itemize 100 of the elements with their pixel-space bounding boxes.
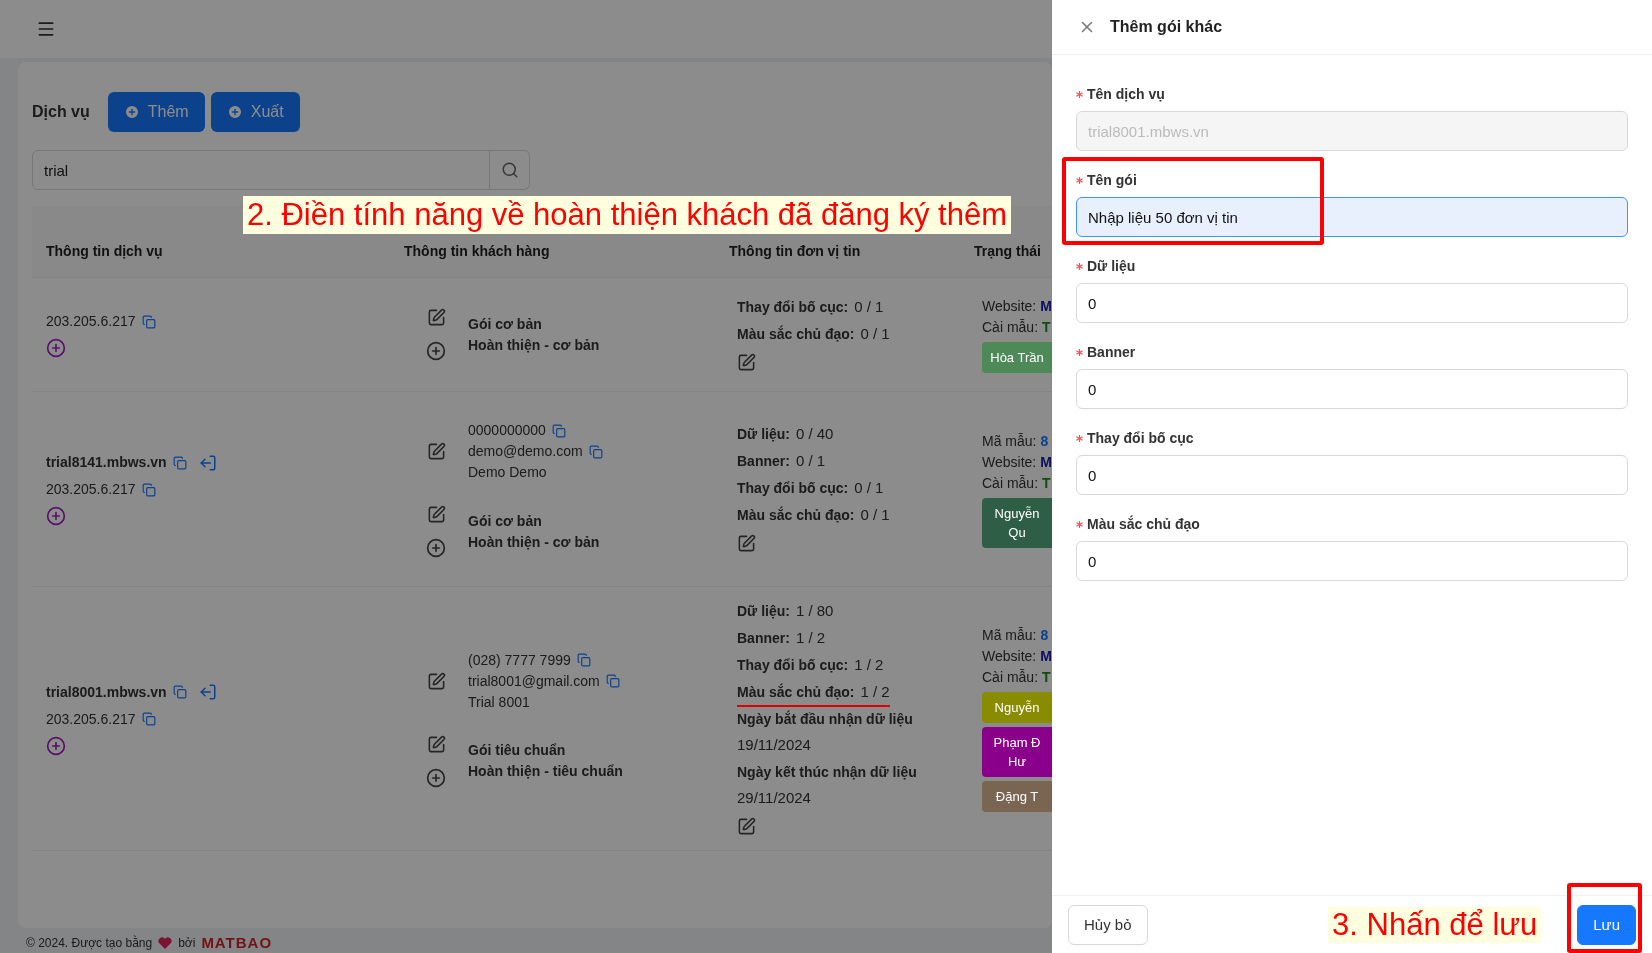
- instruction-callout: 2. Điền tính năng về hoàn thiện khách đã đăng ký thêm: [243, 196, 1012, 234]
- unit-value: 1 / 2: [860, 682, 890, 700]
- email-text: demo@demo.com: [468, 442, 583, 461]
- copy-icon[interactable]: [141, 314, 156, 329]
- unit-value: 1 / 2: [854, 655, 884, 673]
- plus-circle-icon[interactable]: [46, 506, 66, 526]
- plus-circle-icon[interactable]: [426, 538, 446, 558]
- staff-tag: Nguyễn Qu: [982, 497, 1052, 548]
- search-button[interactable]: [490, 150, 530, 190]
- status-value: M: [1040, 647, 1052, 666]
- domain-text: trial8001.mbws.vn: [46, 682, 167, 702]
- phone-text: (028) 7777 7999: [468, 650, 571, 670]
- edit-icon[interactable]: [737, 352, 756, 372]
- package-name: Gói cơ bản: [468, 314, 543, 334]
- input-field[interactable]: Nhập liệu 50 đơn vị tin: [1076, 197, 1628, 237]
- input-field[interactable]: 0: [1076, 283, 1628, 323]
- search-field[interactable]: trial: [32, 150, 490, 190]
- edit-icon[interactable]: [426, 671, 446, 691]
- unit-label: Màu sắc chủ đạo:: [737, 505, 855, 525]
- status-label: Cài mẫu:: [982, 473, 1039, 493]
- unit-label: Ngày kết thúc nhận dữ liệu: [737, 762, 917, 782]
- plus-circle-icon: [226, 104, 243, 120]
- unit-label: Thay đổi bố cục:: [737, 479, 849, 498]
- unit-label: Banner:: [737, 628, 790, 648]
- copy-icon[interactable]: [141, 482, 156, 497]
- unit-label: Dữ liệu:: [737, 425, 790, 444]
- phone-text: 0000000000: [468, 421, 546, 440]
- customer-name: Trial 8001: [468, 692, 530, 712]
- required-mark-icon: [1076, 176, 1083, 184]
- copy-icon[interactable]: [605, 674, 620, 688]
- input-field[interactable]: 0: [1076, 541, 1628, 581]
- unit-label: Màu sắc chủ đạo:: [737, 682, 855, 702]
- save-button[interactable]: Lưu: [1577, 904, 1636, 945]
- field-label: Tên gói: [1087, 172, 1137, 188]
- field-label: Tên dịch vụ: [1087, 86, 1165, 102]
- copy-icon[interactable]: [588, 444, 603, 459]
- unit-value: 0 / 1: [854, 297, 884, 315]
- copy-icon[interactable]: [551, 423, 566, 438]
- staff-tag: Nguyễn: [982, 692, 1052, 723]
- menu-icon[interactable]: [36, 19, 56, 39]
- staff-tag: Phạm Đ Hư: [982, 727, 1052, 777]
- unit-label: Banner:: [737, 452, 790, 471]
- edit-icon[interactable]: [426, 442, 446, 461]
- brand-logo: MATBAO: [201, 934, 273, 951]
- footer-text: © 2024. Được tạo bằng: [26, 935, 153, 950]
- unit-label: Dữ liệu:: [737, 601, 790, 621]
- heart-icon: [158, 936, 173, 949]
- drawer-title: Thêm gói khác: [1110, 18, 1223, 36]
- edit-icon[interactable]: [737, 534, 756, 553]
- plus-circle-icon[interactable]: [426, 341, 446, 361]
- status-label: Website:: [982, 297, 1037, 316]
- field-label: Màu sắc chủ đạo: [1087, 516, 1200, 532]
- status-label: Mã mẫu:: [982, 626, 1037, 645]
- unit-value: 19/11/2024: [737, 734, 811, 755]
- required-mark-icon: [1076, 434, 1083, 442]
- required-mark-icon: [1076, 262, 1083, 270]
- unit-value: 29/11/2024: [737, 787, 811, 808]
- copy-icon[interactable]: [172, 685, 187, 699]
- plus-circle-icon[interactable]: [46, 735, 66, 756]
- unit-value: 0 / 1: [860, 506, 890, 523]
- field-label: Thay đổi bố cục: [1087, 430, 1194, 446]
- package-detail: Hoàn thiện - cơ bản: [468, 532, 600, 552]
- status-value: M: [1040, 452, 1052, 472]
- footer-text: bởi: [178, 935, 196, 950]
- package-name: Gói tiêu chuẩn: [468, 741, 567, 760]
- edit-icon[interactable]: [737, 816, 756, 836]
- status-value: 8: [1040, 431, 1049, 451]
- edit-icon[interactable]: [426, 308, 446, 327]
- edit-icon[interactable]: [426, 505, 446, 524]
- staff-tag: Đặng T: [982, 781, 1052, 812]
- input-field[interactable]: 0: [1076, 369, 1628, 409]
- domain-text: trial8141.mbws.vn: [46, 453, 167, 472]
- plus-circle-icon[interactable]: [46, 338, 66, 358]
- required-mark-icon: [1076, 520, 1083, 528]
- required-mark-icon: [1076, 90, 1083, 98]
- required-mark-icon: [1076, 348, 1083, 356]
- ip-text: 203.205.6.217: [46, 312, 136, 331]
- field-label: Banner: [1087, 344, 1136, 360]
- unit-value: 0 / 1: [854, 479, 884, 496]
- status-label: Cài mẫu:: [982, 318, 1039, 337]
- unit-value: 1 / 80: [795, 601, 834, 619]
- plus-circle-icon[interactable]: [426, 767, 446, 788]
- page-title: Dịch vụ: [32, 103, 90, 121]
- edit-icon[interactable]: [426, 734, 446, 754]
- status-value: 8: [1040, 626, 1049, 645]
- package-detail: Hoàn thiện - tiêu chuẩn: [468, 762, 623, 781]
- field-label: Dữ liệu: [1087, 258, 1136, 274]
- cancel-button[interactable]: Hủy bỏ: [1068, 904, 1148, 945]
- copy-icon[interactable]: [576, 653, 591, 667]
- status-label: Mã mẫu:: [982, 431, 1037, 451]
- unit-value: 0 / 1: [860, 324, 890, 342]
- status-label: Website:: [982, 647, 1037, 666]
- status-label: Website:: [982, 452, 1037, 472]
- copy-icon[interactable]: [172, 455, 187, 470]
- search-icon: [500, 161, 519, 179]
- status-label: Cài mẫu:: [982, 668, 1039, 687]
- input-field[interactable]: 0: [1076, 455, 1628, 495]
- unit-label: Màu sắc chủ đạo:: [737, 324, 855, 344]
- ip-text: 203.205.6.217: [46, 709, 136, 729]
- copy-icon[interactable]: [141, 712, 156, 726]
